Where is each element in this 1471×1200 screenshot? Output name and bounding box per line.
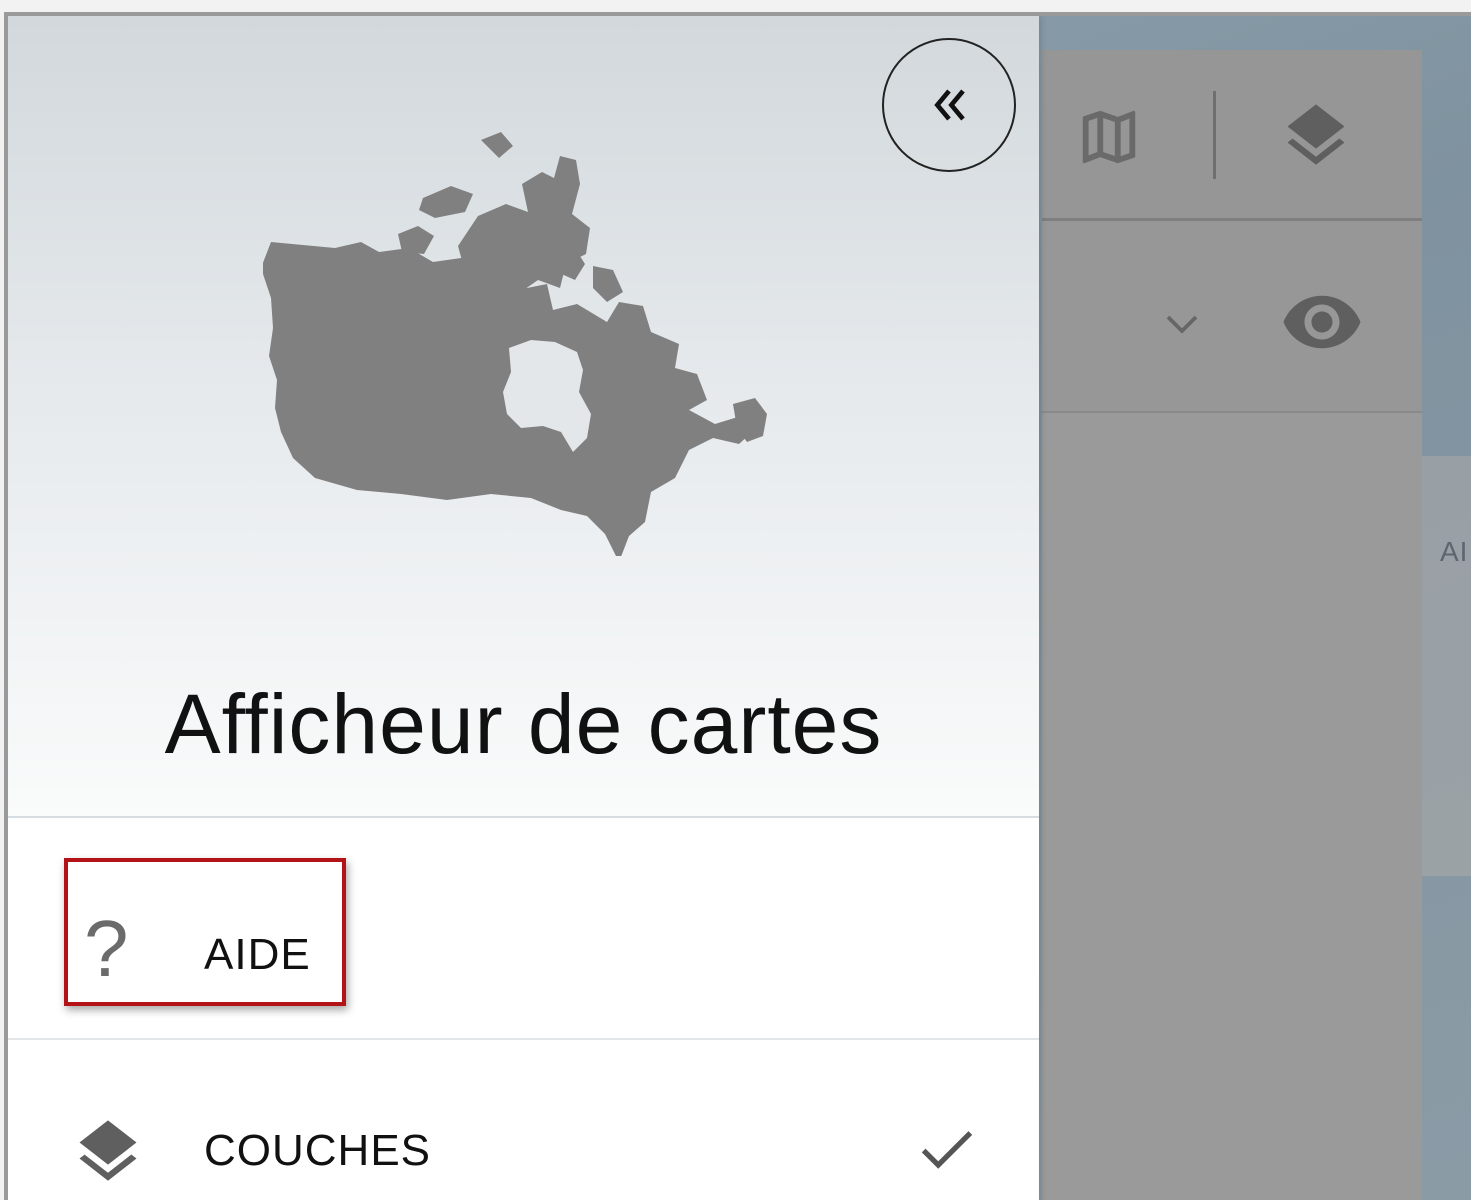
chevron-down-icon[interactable] <box>1154 296 1210 357</box>
app-frame: AI Afficheur de cartes ? AIDE COUCHES <box>4 12 1471 1200</box>
collapse-drawer-button[interactable] <box>882 38 1016 172</box>
layer-row <box>1042 221 1422 413</box>
map-place-label: AI <box>1440 536 1469 567</box>
map-icon[interactable] <box>1074 102 1144 177</box>
drawer-header: Afficheur de cartes <box>8 16 1039 818</box>
menu-item-label: COUCHES <box>204 1126 432 1175</box>
toolbar-divider <box>1213 91 1216 179</box>
canada-map-logo <box>263 132 767 556</box>
double-chevron-left-icon <box>934 89 965 121</box>
side-drawer: Afficheur de cartes ? AIDE COUCHES <box>8 16 1039 1200</box>
menu-item-couches[interactable]: COUCHES <box>8 1040 1039 1200</box>
layers-icon <box>70 1114 146 1195</box>
app-title: Afficheur de cartes <box>164 677 883 771</box>
layers-icon[interactable] <box>1278 98 1354 179</box>
check-icon <box>912 1114 982 1189</box>
highlight-annotation-box <box>64 858 346 1006</box>
eye-icon[interactable] <box>1280 280 1364 369</box>
